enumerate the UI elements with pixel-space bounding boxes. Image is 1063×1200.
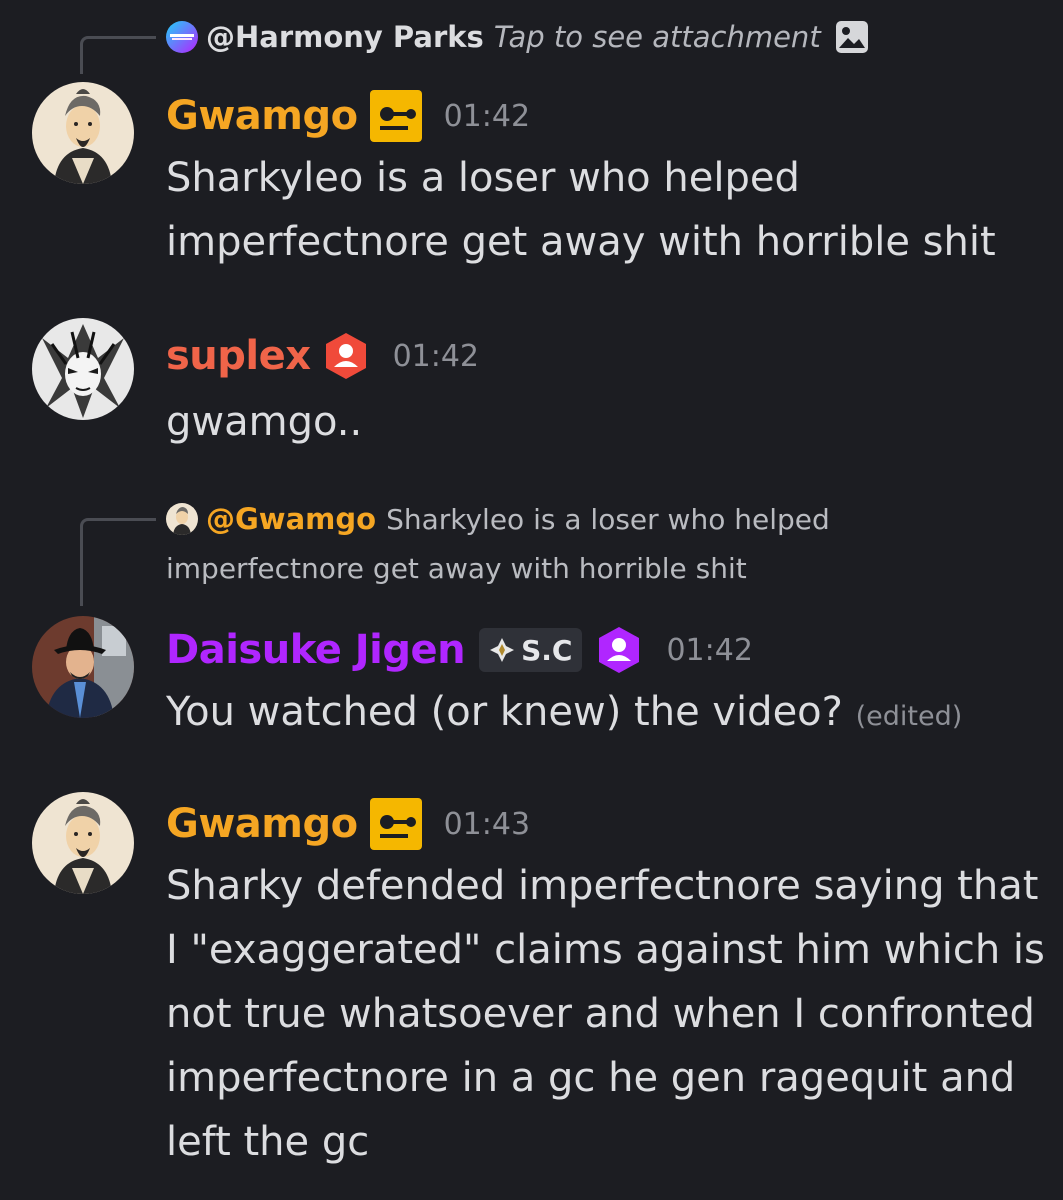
reply-preview[interactable]: Tap to see attachment [494, 20, 821, 54]
avatar-daisuke-jigen[interactable] [32, 616, 134, 718]
message-line: I "exaggerated" claims against him which… [166, 927, 1045, 973]
message-line: You watched (or knew) the video? [166, 689, 843, 735]
username[interactable]: Gwamgo [166, 93, 358, 139]
message-line: imperfectnore in a gc he gen ragequit an… [166, 1055, 1016, 1101]
edited-label: (edited) [855, 701, 963, 732]
avatar-suplex[interactable] [32, 318, 134, 420]
message-header: Gwamgo 01:42 [166, 88, 530, 144]
server-tag-label: S.C [521, 633, 573, 667]
reply-avatar [166, 21, 198, 53]
reply-preview-continued[interactable]: imperfectnore get away with horrible shi… [166, 552, 747, 585]
avatar-gwamgo[interactable] [32, 82, 134, 184]
timestamp: 01:42 [666, 632, 753, 668]
reply-connector [80, 518, 156, 606]
message-header: Gwamgo 01:43 [166, 796, 530, 852]
sleepy-face-icon [369, 90, 422, 142]
message-header: suplex 01:42 [166, 328, 479, 384]
server-tag[interactable]: S.C [479, 628, 583, 672]
username[interactable]: Gwamgo [166, 801, 358, 847]
message-content: Sharky defended imperfectnore saying tha… [166, 854, 1046, 1174]
timestamp: 01:42 [443, 98, 531, 134]
diamond-sparkle-icon [489, 637, 515, 663]
message-header: Daisuke Jigen S.C 01:42 [166, 622, 753, 678]
reply-author[interactable]: @Harmony Parks [206, 20, 484, 54]
username[interactable]: Daisuke Jigen [166, 627, 466, 673]
reply-reference[interactable]: @Harmony Parks Tap to see attachment [166, 20, 869, 54]
message-line: left the gc [166, 1119, 370, 1165]
message-line: Sharkyleo is a loser who helped [166, 155, 800, 201]
message-content: Sharkyleo is a loser who helped imperfec… [166, 146, 1046, 274]
timestamp: 01:42 [392, 338, 480, 374]
message-line: not true whatsoever and when I confronte… [166, 991, 1035, 1037]
message-line: imperfectnore get away with horrible shi… [166, 219, 996, 265]
avatar-gwamgo[interactable] [32, 792, 134, 894]
reply-preview[interactable]: imperfectnore get away with horrible shi… [166, 552, 747, 585]
message-content: You watched (or knew) the video? (edited… [166, 680, 1046, 749]
reply-connector [80, 36, 156, 74]
person-hexagon-icon [321, 331, 371, 381]
message-line: Sharky defended imperfectnore saying tha… [166, 863, 1039, 909]
reply-author[interactable]: @Gwamgo [206, 502, 376, 536]
timestamp: 01:43 [443, 806, 531, 842]
reply-reference[interactable]: @Gwamgo Sharkyleo is a loser who helped [166, 502, 830, 536]
message-content: gwamgo.. [166, 390, 1046, 454]
message-line: gwamgo.. [166, 399, 363, 445]
reply-avatar [166, 503, 198, 535]
sleepy-face-icon [369, 798, 422, 850]
image-icon [835, 20, 869, 54]
username[interactable]: suplex [166, 333, 311, 379]
person-hexagon-icon [594, 625, 644, 675]
reply-preview[interactable]: Sharkyleo is a loser who helped [386, 503, 830, 536]
